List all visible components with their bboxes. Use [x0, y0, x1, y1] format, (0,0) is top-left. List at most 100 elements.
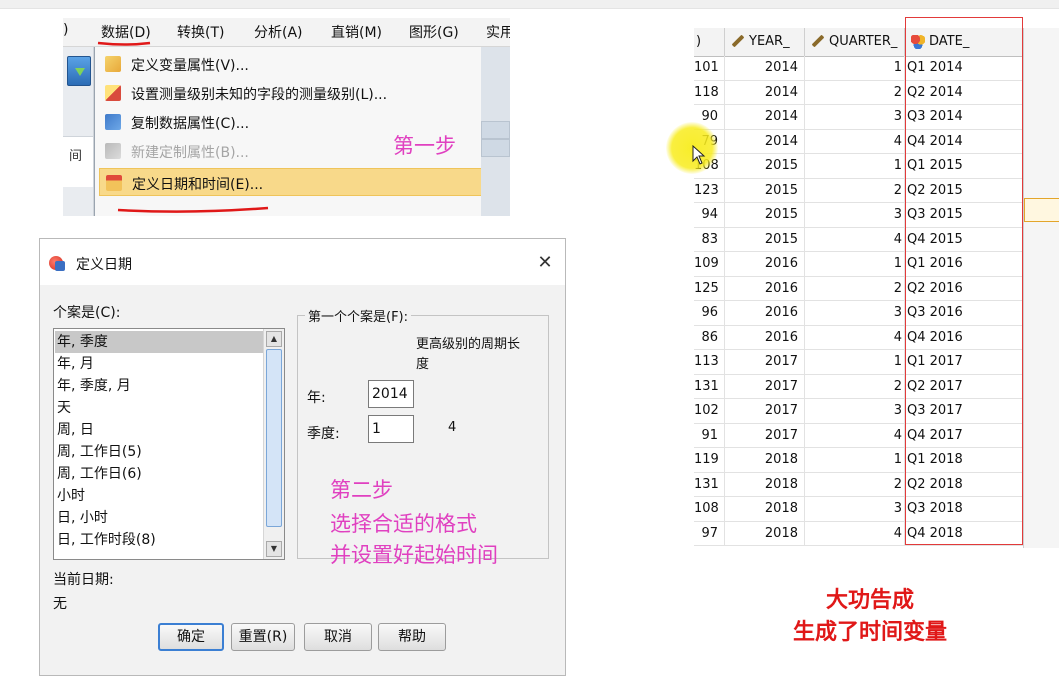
column-header-year[interactable]: YEAR_ [725, 28, 805, 56]
value-cell[interactable]: 94 [694, 203, 725, 227]
value-cell[interactable]: 113 [694, 350, 725, 374]
year-label: 年: [307, 390, 326, 406]
value-cell[interactable]: 108 [694, 497, 725, 521]
quarter-cell[interactable]: 4 [805, 521, 905, 546]
help-button[interactable]: 帮助 [378, 623, 446, 651]
value-cell[interactable]: 86 [694, 325, 725, 350]
value-cell[interactable]: 109 [694, 252, 725, 276]
quarter-cell[interactable]: 3 [805, 497, 905, 521]
column-header-quarter[interactable]: QUARTER_ [805, 28, 905, 56]
dialog-titlebar: 定义日期 ✕ [40, 239, 565, 285]
year-field[interactable]: 2014 [368, 380, 414, 408]
value-cell[interactable]: 131 [694, 374, 725, 399]
value-cell[interactable]: 97 [694, 521, 725, 546]
quarter-cell[interactable]: 3 [805, 399, 905, 423]
quarter-cell[interactable]: 2 [805, 80, 905, 105]
mouse-pointer-icon [692, 145, 706, 165]
define-dates-app-icon [49, 256, 65, 271]
quarter-cell[interactable]: 3 [805, 301, 905, 325]
year-cell[interactable]: 2016 [725, 325, 805, 350]
year-cell[interactable]: 2015 [725, 154, 805, 178]
value-cell[interactable]: 123 [694, 178, 725, 203]
ok-button[interactable]: 确定 [158, 623, 224, 651]
value-cell[interactable]: 83 [694, 227, 725, 252]
quarter-label: 季度: [307, 426, 340, 442]
close-icon[interactable]: ✕ [533, 251, 557, 275]
quarter-cell[interactable]: 2 [805, 374, 905, 399]
value-cell[interactable]: 91 [694, 423, 725, 448]
year-cell[interactable]: 2014 [725, 80, 805, 105]
value-cell[interactable]: 125 [694, 276, 725, 301]
year-cell[interactable]: 2016 [725, 276, 805, 301]
annotation-step2-format: 选择合适的格式 [330, 512, 477, 536]
value-cell[interactable]: 119 [694, 448, 725, 472]
list-item[interactable]: 年, 月 [55, 353, 265, 375]
quarter-cell[interactable]: 2 [805, 276, 905, 301]
next-column-fragment [1023, 28, 1059, 548]
year-cell[interactable]: 2018 [725, 521, 805, 546]
year-cell[interactable]: 2015 [725, 227, 805, 252]
quarter-cell[interactable]: 4 [805, 423, 905, 448]
year-cell[interactable]: 2017 [725, 423, 805, 448]
annotation-time-variable: 生成了时间变量 [792, 620, 947, 645]
list-item[interactable]: 周, 工作日(5) [55, 441, 265, 463]
define-dates-dialog: 定义日期 ✕ 个案是(C): 年, 季度 年, 月 年, 季度, 月 天 周, … [39, 238, 566, 676]
cases-are-label: 个案是(C): [53, 305, 121, 321]
quarter-cell[interactable]: 1 [805, 448, 905, 472]
cases-listbox[interactable]: 年, 季度 年, 月 年, 季度, 月 天 周, 日 周, 工作日(5) 周, … [53, 328, 285, 560]
year-cell[interactable]: 2014 [725, 105, 805, 129]
year-cell[interactable]: 2016 [725, 252, 805, 276]
list-item[interactable]: 周, 日 [55, 419, 265, 441]
reset-button[interactable]: 重置(R) [231, 623, 295, 651]
quarter-cell[interactable]: 1 [805, 350, 905, 374]
column-header-partial[interactable]: ) [694, 28, 725, 56]
annotation-step2-start: 并设置好起始时间 [330, 543, 498, 567]
quarter-cell[interactable]: 3 [805, 105, 905, 129]
list-item[interactable]: 小时 [55, 485, 265, 507]
quarter-cell[interactable]: 3 [805, 203, 905, 227]
value-cell[interactable]: 102 [694, 399, 725, 423]
year-cell[interactable]: 2017 [725, 399, 805, 423]
quarter-cell[interactable]: 1 [805, 252, 905, 276]
list-item[interactable]: 年, 季度, 月 [55, 375, 265, 397]
value-cell[interactable]: 96 [694, 301, 725, 325]
cancel-button[interactable]: 取消 [304, 623, 372, 651]
year-cell[interactable]: 2018 [725, 472, 805, 497]
value-cell[interactable]: 101 [694, 56, 725, 80]
quarter-cell[interactable]: 4 [805, 325, 905, 350]
dialog-title: 定义日期 [76, 257, 132, 273]
year-cell[interactable]: 2016 [725, 301, 805, 325]
scroll-down-icon[interactable]: ▼ [266, 541, 282, 557]
listbox-scrollbar[interactable]: ▲ ▼ [263, 329, 284, 559]
year-cell[interactable]: 2014 [725, 129, 805, 154]
quarter-cell[interactable]: 1 [805, 56, 905, 80]
list-item[interactable]: 天 [55, 397, 265, 419]
scale-measure-icon [811, 34, 825, 48]
list-item[interactable]: 日, 工作时段(8) [55, 529, 265, 551]
scroll-thumb[interactable] [266, 349, 282, 527]
year-cell[interactable]: 2015 [725, 203, 805, 227]
year-cell[interactable]: 2017 [725, 374, 805, 399]
list-item[interactable]: 年, 季度 [55, 331, 265, 353]
value-cell[interactable]: 118 [694, 80, 725, 105]
quarter-cell[interactable]: 2 [805, 178, 905, 203]
list-item[interactable]: 日, 小时 [55, 507, 265, 529]
scroll-up-icon[interactable]: ▲ [266, 331, 282, 347]
quarter-cell[interactable]: 4 [805, 227, 905, 252]
first-case-legend: 第一个个案是(F): [305, 306, 412, 325]
quarter-field[interactable]: 1 [368, 415, 414, 443]
year-cell[interactable]: 2014 [725, 56, 805, 80]
list-item[interactable]: 周, 工作日(6) [55, 463, 265, 485]
scale-measure-icon [731, 34, 745, 48]
value-cell[interactable]: 131 [694, 472, 725, 497]
current-dates-label: 当前日期: [53, 572, 114, 588]
quarter-cell[interactable]: 1 [805, 154, 905, 178]
year-cell[interactable]: 2015 [725, 178, 805, 203]
quarter-cell[interactable]: 2 [805, 472, 905, 497]
year-cell[interactable]: 2017 [725, 350, 805, 374]
active-cell[interactable] [1024, 198, 1059, 222]
date-column-highlight-box [905, 17, 1023, 545]
year-cell[interactable]: 2018 [725, 448, 805, 472]
year-cell[interactable]: 2018 [725, 497, 805, 521]
quarter-cell[interactable]: 4 [805, 129, 905, 154]
